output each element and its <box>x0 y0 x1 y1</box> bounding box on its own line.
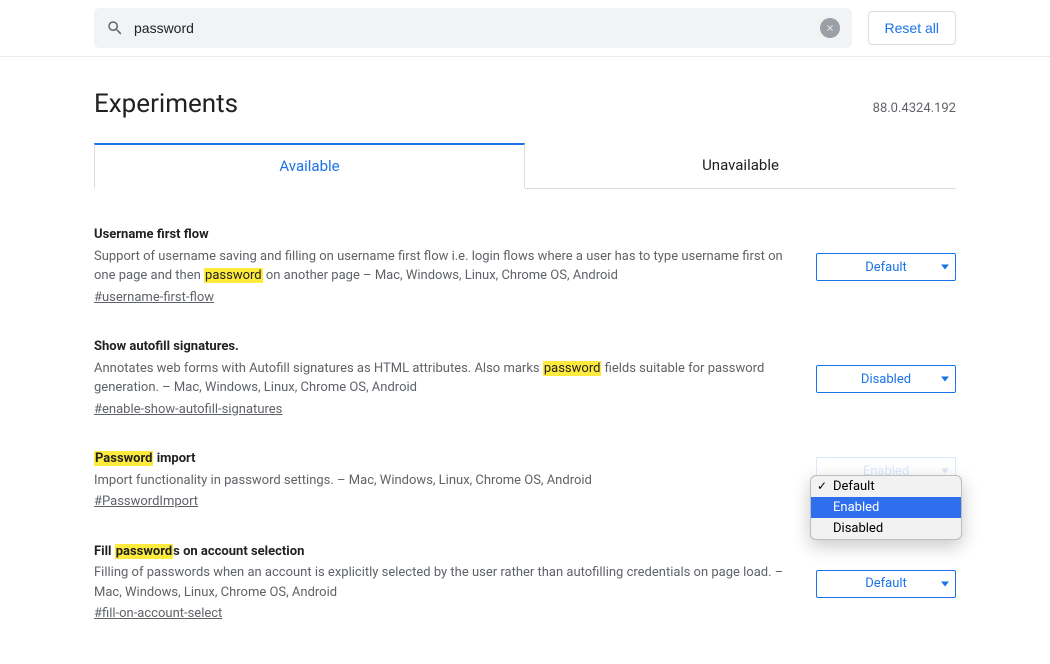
flag-title: Show autofill signatures. <box>94 337 792 357</box>
flag-select-value: Default <box>865 576 907 591</box>
flag-select[interactable]: Default <box>816 570 956 598</box>
flags-list: Username first flow Support of username … <box>94 225 956 624</box>
flag-hash-link[interactable]: #fill-on-account-select <box>94 604 222 624</box>
flag-title: Password import <box>94 449 792 469</box>
flag-row: Show autofill signatures. Annotates web … <box>94 337 956 419</box>
chevron-down-icon <box>941 469 949 474</box>
flag-row: Password import Import functionality in … <box>94 449 956 512</box>
chevron-down-icon <box>941 377 949 382</box>
version-label: 88.0.4324.192 <box>873 101 956 116</box>
header-bar: Reset all <box>0 0 1050 57</box>
flag-hash-link[interactable]: #PasswordImport <box>94 492 198 512</box>
flag-select-value: Default <box>865 260 907 275</box>
flag-select[interactable]: Default <box>816 253 956 281</box>
dropdown-option-default[interactable]: Default <box>811 476 961 497</box>
tabs: Available Unavailable <box>94 143 956 189</box>
chevron-down-icon <box>941 581 949 586</box>
flag-description: Annotates web forms with Autofill signat… <box>94 359 792 398</box>
flag-hash-link[interactable]: #username-first-flow <box>94 288 214 308</box>
flag-row: Fill passwords on account selection Fill… <box>94 542 956 624</box>
close-icon <box>825 23 835 33</box>
dropdown-option-enabled[interactable]: Enabled <box>811 497 961 518</box>
reset-all-button[interactable]: Reset all <box>868 11 956 45</box>
flag-description: Filling of passwords when an account is … <box>94 563 792 602</box>
flag-row: Username first flow Support of username … <box>94 225 956 307</box>
flag-description: Support of username saving and filling o… <box>94 247 792 286</box>
flag-title: Username first flow <box>94 225 792 245</box>
dropdown-option-disabled[interactable]: Disabled <box>811 518 961 539</box>
flag-select-dropdown: Default Enabled Disabled <box>810 475 962 540</box>
flag-hash-link[interactable]: #enable-show-autofill-signatures <box>94 400 282 420</box>
flag-description: Import functionality in password setting… <box>94 471 792 491</box>
tab-unavailable[interactable]: Unavailable <box>525 143 956 188</box>
clear-search-button[interactable] <box>820 18 840 38</box>
tab-available[interactable]: Available <box>94 143 525 189</box>
search-field[interactable] <box>94 8 852 48</box>
flag-select-value: Disabled <box>861 372 911 387</box>
flag-select[interactable]: Disabled <box>816 365 956 393</box>
chevron-down-icon <box>941 265 949 270</box>
flag-title: Fill passwords on account selection <box>94 542 792 562</box>
search-input[interactable] <box>124 20 820 36</box>
search-icon <box>106 19 124 37</box>
content: Experiments 88.0.4324.192 Available Unav… <box>94 57 956 664</box>
page-title: Experiments <box>94 89 238 119</box>
